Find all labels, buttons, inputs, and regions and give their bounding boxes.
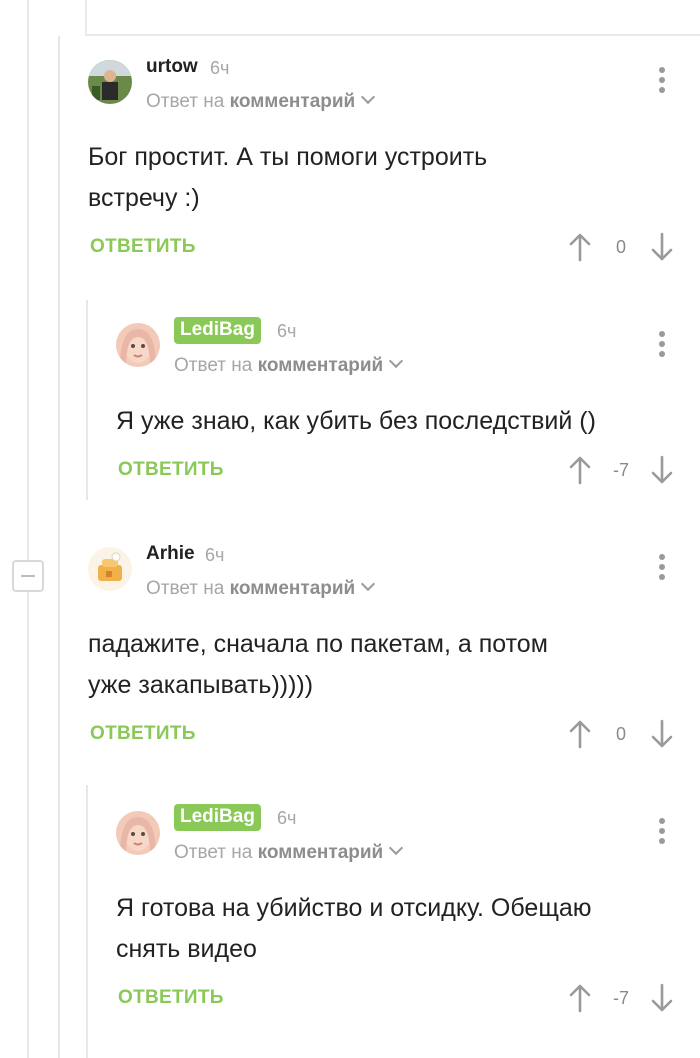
comment-text-line: Я уже знаю, как убить без последствий () <box>116 407 596 435</box>
rating-value: -7 <box>612 460 629 480</box>
chevron-down-icon <box>389 353 404 369</box>
reply-to-target: комментарий <box>257 355 384 376</box>
comment-author-badge[interactable]: LediBag <box>174 804 261 831</box>
reply-to-prefix: Ответ на <box>174 355 253 376</box>
thread-line-nested-1 <box>58 36 60 1058</box>
avatar[interactable] <box>116 811 160 855</box>
avatar[interactable] <box>88 547 132 591</box>
comment-time: 6ч <box>210 58 230 78</box>
more-vertical-icon[interactable] <box>652 554 672 582</box>
comment-time: 6ч <box>205 545 225 565</box>
arrow-down-icon[interactable] <box>650 232 674 262</box>
chevron-down-icon <box>389 840 404 856</box>
thread-line-outer <box>27 0 29 560</box>
user-photo-icon <box>116 323 160 367</box>
reply-to-prefix: Ответ на <box>146 578 225 599</box>
more-vertical-icon[interactable] <box>652 818 672 846</box>
avatar[interactable] <box>88 60 132 104</box>
comment-author[interactable]: urtow <box>146 56 198 78</box>
arrow-up-icon[interactable] <box>568 983 592 1013</box>
chevron-down-icon <box>361 89 376 105</box>
reply-to-link[interactable]: Ответ на комментарий <box>174 840 404 864</box>
reply-to-link[interactable]: Ответ на комментарий <box>146 89 376 113</box>
reply-to-prefix: Ответ на <box>174 842 253 863</box>
thread-line-nested-2 <box>86 300 88 500</box>
reply-to-link[interactable]: Ответ на комментарий <box>146 576 376 600</box>
arrow-down-icon[interactable] <box>650 455 674 485</box>
thread-line-nested-3 <box>86 785 88 1058</box>
rating-value: 0 <box>615 724 626 744</box>
thread-line-outer-lower <box>27 592 29 1058</box>
comment-text-line: снять видео <box>116 935 257 963</box>
comment-text-line: уже закапывать))))) <box>88 671 314 699</box>
comment-time: 6ч <box>277 808 297 828</box>
comment-author-badge[interactable]: LediBag <box>174 317 261 344</box>
user-photo-icon <box>116 811 160 855</box>
comment-author[interactable]: Arhie <box>146 543 195 565</box>
user-photo-icon <box>88 547 132 591</box>
user-photo-icon <box>88 60 132 104</box>
collapse-thread-button[interactable] <box>12 560 44 592</box>
reply-to-link[interactable]: Ответ на комментарий <box>174 353 404 377</box>
previous-comment-card <box>85 0 700 36</box>
comment-text-line: встречу :) <box>88 184 200 212</box>
reply-button[interactable]: ОТВЕТИТЬ <box>118 987 224 1009</box>
comment-time: 6ч <box>277 321 297 341</box>
reply-to-target: комментарий <box>229 578 356 599</box>
chevron-down-icon <box>361 576 376 592</box>
comment-text-line: падажите, сначала по пакетам, а потом <box>88 630 548 658</box>
reply-to-target: комментарий <box>257 842 384 863</box>
more-vertical-icon[interactable] <box>652 67 672 95</box>
rating-value: 0 <box>615 237 626 257</box>
rating-value: -7 <box>612 988 629 1008</box>
more-vertical-icon[interactable] <box>652 331 672 359</box>
reply-to-prefix: Ответ на <box>146 91 225 112</box>
comment-text: падажите, сначала по пакетам, а потом уж… <box>88 624 548 706</box>
comment-text: Я уже знаю, как убить без последствий () <box>116 401 596 442</box>
reply-button[interactable]: ОТВЕТИТЬ <box>118 459 224 481</box>
comment-text-line: Бог простит. А ты помоги устроить <box>88 143 488 171</box>
arrow-up-icon[interactable] <box>568 455 592 485</box>
reply-to-target: комментарий <box>229 91 356 112</box>
reply-button[interactable]: ОТВЕТИТЬ <box>90 723 196 745</box>
avatar[interactable] <box>116 323 160 367</box>
reply-button[interactable]: ОТВЕТИТЬ <box>90 236 196 258</box>
comment-text: Я готова на убийство и отсидку. Обещаю с… <box>116 888 592 970</box>
arrow-down-icon[interactable] <box>650 983 674 1013</box>
arrow-up-icon[interactable] <box>568 232 592 262</box>
comment-text: Бог простит. А ты помоги устроить встреч… <box>88 137 487 219</box>
arrow-down-icon[interactable] <box>650 719 674 749</box>
arrow-up-icon[interactable] <box>568 719 592 749</box>
comment-text-line: Я готова на убийство и отсидку. Обещаю <box>116 894 592 922</box>
